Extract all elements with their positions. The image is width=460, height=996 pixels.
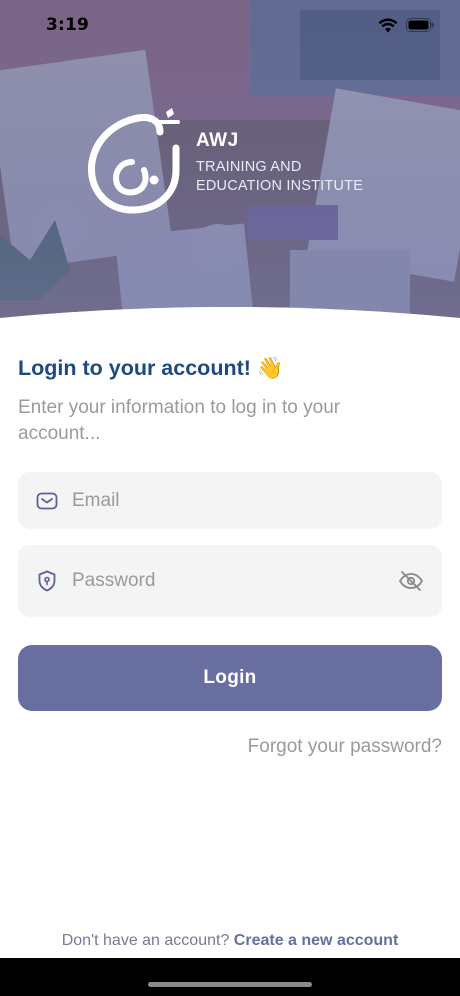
password-input[interactable]	[72, 545, 398, 617]
password-field[interactable]	[18, 545, 442, 617]
mail-icon	[36, 490, 58, 512]
brand-subtitle-line1: TRAINING AND	[196, 159, 302, 175]
bottom-bar	[0, 958, 460, 996]
page-title-text: Login to your account!	[18, 356, 251, 380]
email-input[interactable]	[72, 472, 424, 529]
create-account-link[interactable]: Create a new account	[234, 932, 399, 949]
wifi-icon	[378, 17, 398, 32]
brand-text: AWJ TRAINING AND EDUCATION INSTITUTE	[196, 130, 363, 196]
page-title: Login to your account! 👋	[18, 356, 442, 381]
status-time: 3:19	[46, 15, 90, 35]
login-button[interactable]: Login	[18, 645, 442, 711]
status-bar: 3:19	[0, 0, 460, 50]
page-subtitle: Enter your information to log in to your…	[18, 397, 341, 444]
home-indicator[interactable]	[148, 982, 312, 987]
waving-hand-emoji: 👋	[256, 356, 284, 380]
awj-logo-icon	[87, 108, 180, 214]
shield-lock-icon	[36, 570, 58, 592]
brand-subtitle-line2: EDUCATION INSTITUTE	[196, 178, 364, 194]
login-intro: Login to your account! 👋 Enter your info…	[18, 356, 442, 447]
hero-banner: 3:19 AWJ TRAINING AND EDUCATION INSTITUT…	[0, 0, 460, 340]
signup-prompt: Don't have an account?	[61, 932, 234, 949]
brand-logo-group: AWJ TRAINING AND EDUCATION INSTITUTE	[86, 108, 363, 228]
eye-off-icon[interactable]	[398, 570, 424, 592]
forgot-password-link[interactable]: Forgot your password?	[248, 736, 442, 758]
email-field[interactable]	[18, 472, 442, 529]
brand-name: AWJ	[196, 130, 239, 151]
battery-icon	[406, 18, 434, 32]
status-icons	[378, 17, 434, 33]
signup-row: Don't have an account? Create a new acco…	[0, 932, 460, 950]
